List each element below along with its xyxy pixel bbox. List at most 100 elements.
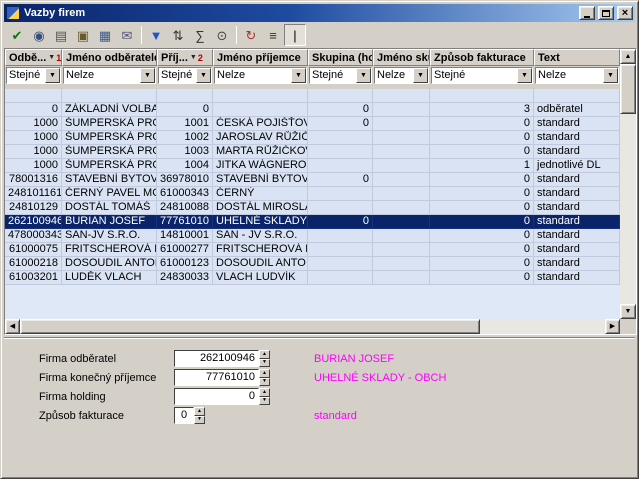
column-header[interactable]: Jméno příjemce [213,49,308,66]
table-row[interactable]: 61003201LUDĚK VLACH24830033VLACH LUDVÍK0… [5,271,620,285]
minimize-button[interactable] [579,6,595,20]
grid-cell[interactable] [373,201,430,215]
grid-cell[interactable] [373,187,430,201]
vertical-scroll-thumb[interactable] [620,64,636,114]
grid-cell[interactable]: 61003201 [5,271,62,285]
table-row[interactable]: 1000ŠUMPERSKÁ PROVO1001ČESKÁ POJIŠŤOV00s… [5,117,620,131]
grid-cell[interactable]: 248101161 [5,187,62,201]
column-header[interactable]: Text [534,49,620,66]
grid-cell[interactable]: ŠUMPERSKÁ PROVO [62,145,157,159]
grid-cell[interactable]: odběratel [534,103,620,117]
filter-combobox[interactable]: Nelze▼ [374,67,429,84]
grid-cell[interactable]: 3 [430,103,534,117]
grid-cell[interactable]: 0 [430,257,534,271]
grid-cell[interactable] [5,89,62,103]
column-header[interactable]: Způsob fakturace [430,49,534,66]
grid-cell[interactable] [373,117,430,131]
table-row[interactable] [5,89,620,103]
grid-cell[interactable] [308,243,373,257]
settings-button[interactable]: ≡ [262,24,284,46]
column-header[interactable]: Odbě...▼1 [5,49,62,66]
grid-cell[interactable] [430,89,534,103]
grid-cell[interactable]: FRITSCHEROVÁ MA [62,243,157,257]
filter-combobox[interactable]: Stejné▼ [431,67,533,84]
grid-cell[interactable]: 1001 [157,117,213,131]
spinner-up-button[interactable]: ▲ [259,369,270,378]
grid-cell[interactable]: 0 [5,103,62,117]
grid-cell[interactable]: 1000 [5,145,62,159]
grid-cell[interactable]: 0 [430,271,534,285]
grid-cell[interactable] [308,229,373,243]
grid-cell[interactable] [373,159,430,173]
grid-cell[interactable]: 14810001 [157,229,213,243]
grid-cell[interactable]: 0 [430,243,534,257]
scroll-down-button[interactable]: ▼ [620,304,636,319]
grid-cell[interactable] [308,257,373,271]
grid-cell[interactable] [308,201,373,215]
grid-cell[interactable]: SAN - JV S.R.O. [213,229,308,243]
grid-cell[interactable] [373,215,430,229]
grid-cell[interactable]: 1000 [5,159,62,173]
grid-cell[interactable]: 61000218 [5,257,62,271]
grid-cell[interactable]: 0 [308,173,373,187]
grid-cell[interactable]: 1 [430,159,534,173]
horizontal-scroll-track[interactable] [480,319,605,334]
mail-button[interactable]: ✉ [116,24,138,46]
grid-cell[interactable] [157,89,213,103]
spinner-down-button[interactable]: ▼ [259,359,270,368]
grid-cell[interactable]: FRITSCHEROVÁ D [213,243,308,257]
horizontal-scroll-thumb[interactable] [20,319,480,334]
grid-cell[interactable]: 1003 [157,145,213,159]
grid-cell[interactable]: JITKA WÁGNERO [213,159,308,173]
grid-cell[interactable]: 61000075 [5,243,62,257]
firma-odberatel-input[interactable]: 262100946 [174,350,259,367]
grid-cell[interactable] [62,89,157,103]
combobox-dropdown-button[interactable]: ▼ [45,68,60,83]
grid-cell[interactable] [308,145,373,159]
grid-cell[interactable] [308,159,373,173]
table-row[interactable]: 61000075FRITSCHEROVÁ MA61000277FRITSCHER… [5,243,620,257]
grid-cell[interactable]: ŠUMPERSKÁ PROVO [62,117,157,131]
spinner-up-button[interactable]: ▲ [259,350,270,359]
spinner-down-button[interactable]: ▼ [259,378,270,387]
grid-cell[interactable]: LUDĚK VLACH [62,271,157,285]
grid-cell[interactable]: 24830033 [157,271,213,285]
grid-cell[interactable]: ŠUMPERSKÁ PROVO [62,131,157,145]
grid-cell[interactable]: standard [534,145,620,159]
grid-cell[interactable] [308,89,373,103]
sort-button[interactable]: ⇅ [167,24,189,46]
grid-cell[interactable]: standard [534,271,620,285]
firma-konecny-prijemce-input[interactable]: 77761010 [174,369,259,386]
grid-cell[interactable] [373,103,430,117]
filter-combobox[interactable]: Stejné▼ [309,67,372,84]
spinner-down-button[interactable]: ▼ [194,416,205,425]
scroll-right-button[interactable]: ▶ [605,319,620,334]
combobox-dropdown-button[interactable]: ▼ [517,68,532,83]
table-row[interactable]: 78001316STAVEBNÍ BYTOVÉ36978010STAVEBNÍ … [5,173,620,187]
grid-cell[interactable]: 478000343 [5,229,62,243]
grid-cell[interactable] [308,187,373,201]
grid-cell[interactable]: STAVEBNÍ BYTOV [213,173,308,187]
zpusob-fakturace-input[interactable]: 0 [174,407,194,424]
grid-cell[interactable]: standard [534,117,620,131]
grid-cell[interactable] [213,103,308,117]
grid-cell[interactable] [373,243,430,257]
grid-cell[interactable] [308,271,373,285]
table-row[interactable]: 248101161ČERNÝ PAVEL MGR.61000343ČERNÝ0s… [5,187,620,201]
grid-cell[interactable]: standard [534,243,620,257]
maximize-button[interactable] [598,6,614,20]
grid-cell[interactable]: 0 [308,103,373,117]
grid-cell[interactable]: 24810129 [5,201,62,215]
grid-cell[interactable]: 1000 [5,131,62,145]
scroll-up-button[interactable]: ▲ [620,49,636,64]
grid-cell[interactable]: 36978010 [157,173,213,187]
filter-button[interactable]: ▼ [145,24,167,46]
grid-cell[interactable]: 0 [430,187,534,201]
grid-cell[interactable]: standard [534,201,620,215]
table-row[interactable]: 262100946BURIAN JOSEF77761010UHELNÉ SKLA… [5,215,620,229]
grid-cell[interactable]: ŠUMPERSKÁ PROVO [62,159,157,173]
column-header[interactable]: Skupina (holding) [308,49,373,66]
app-icon[interactable] [6,6,20,20]
grid-cell[interactable]: ZÁKLADNÍ VOLBA [62,103,157,117]
grid-cell[interactable]: ČERNÝ [213,187,308,201]
